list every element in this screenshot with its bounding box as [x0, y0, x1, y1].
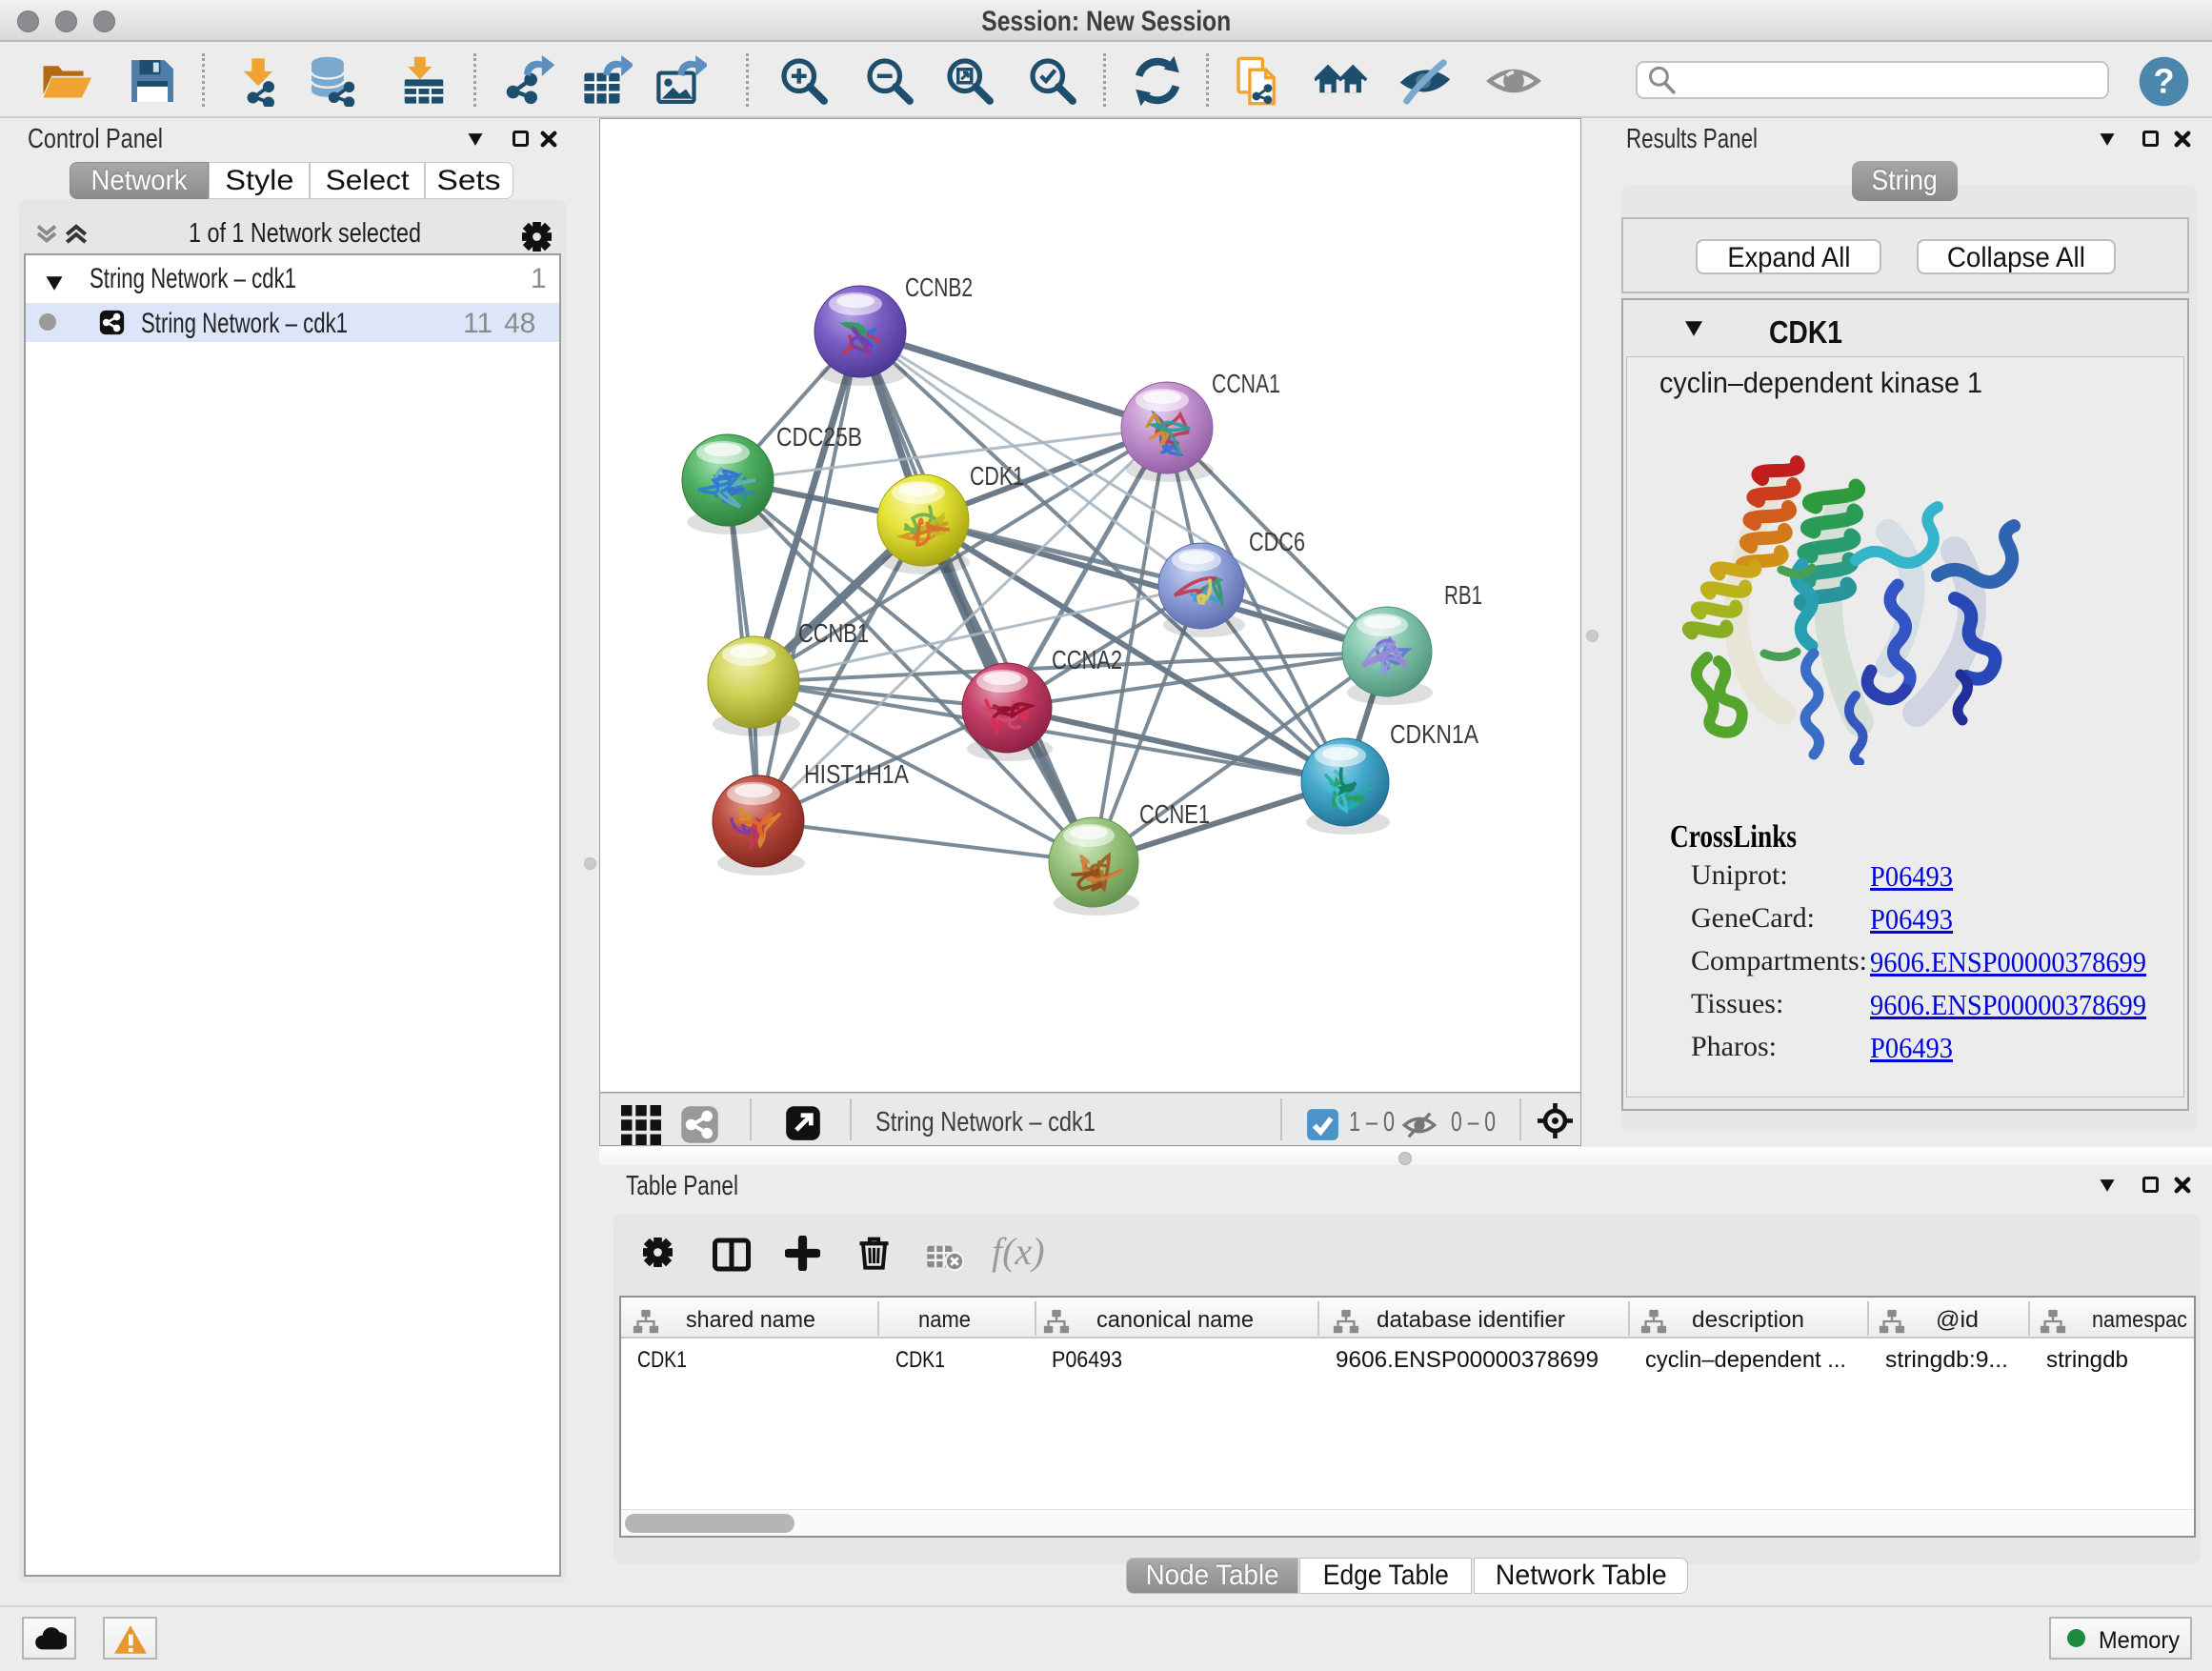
svg-text:CDK1: CDK1 — [970, 461, 1024, 491]
svg-text:CDKN1A: CDKN1A — [1390, 719, 1478, 749]
svg-text:CCNB2: CCNB2 — [905, 272, 973, 302]
svg-text:CDC6: CDC6 — [1249, 527, 1305, 556]
svg-text:CDC25B: CDC25B — [776, 422, 862, 452]
svg-text:RB1: RB1 — [1444, 580, 1482, 610]
svg-text:CCNA1: CCNA1 — [1212, 369, 1280, 398]
svg-text:?: ? — [2153, 62, 2174, 101]
svg-text:CCNB1: CCNB1 — [798, 618, 869, 648]
svg-text:CCNE1: CCNE1 — [1139, 799, 1210, 829]
svg-text:CCNA2: CCNA2 — [1052, 645, 1122, 674]
svg-text:HIST1H1A: HIST1H1A — [804, 759, 909, 789]
